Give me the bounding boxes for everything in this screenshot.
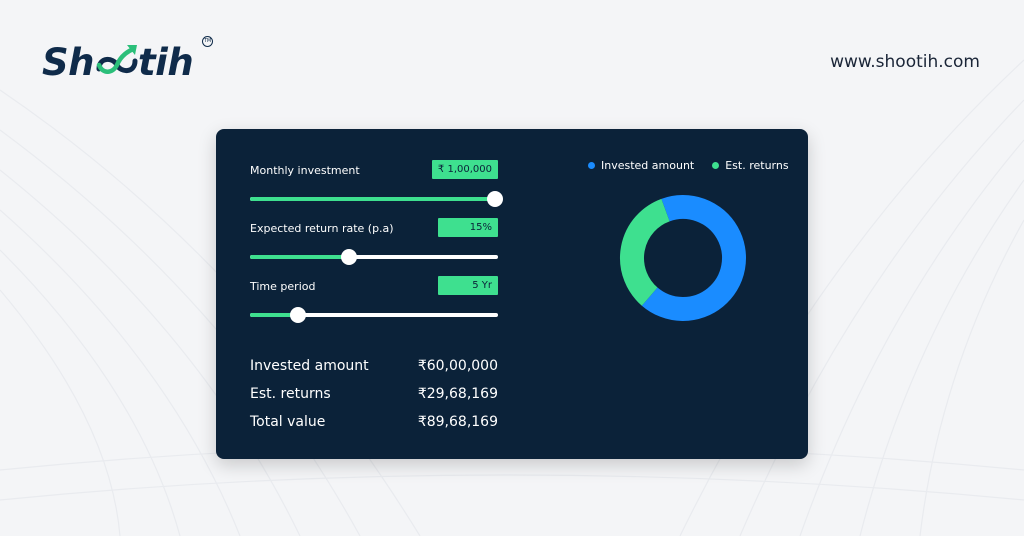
return-rate-label: Expected return rate (p.a) (250, 222, 394, 235)
slider-fill (250, 197, 495, 201)
legend-dot-returns (712, 162, 720, 169)
growth-arrow-icon (95, 45, 138, 77)
est-returns-value: ₹29,68,169 (417, 386, 498, 402)
time-period-slider[interactable] (250, 307, 498, 323)
return-rate-input[interactable]: 15% (438, 218, 498, 237)
trademark-icon: TM (202, 36, 213, 47)
monthly-investment-input[interactable]: ₹ 1,00,000 (431, 160, 498, 179)
time-period-label: Time period (250, 280, 316, 293)
monthly-investment-label: Monthly investment (250, 164, 360, 177)
legend-invested-label: Invested amount (601, 159, 695, 172)
slider-fill (250, 255, 349, 259)
donut-slice-est-returns (620, 198, 671, 306)
total-value-value: ₹89,68,169 (417, 414, 498, 430)
invested-amount-label: Invested amount (250, 358, 369, 374)
donut-chart (620, 195, 746, 321)
slider-thumb[interactable] (341, 249, 357, 265)
slider-thumb[interactable] (487, 191, 503, 207)
monthly-investment-slider[interactable] (250, 191, 503, 207)
total-value-label: Total value (250, 414, 326, 430)
return-rate-slider[interactable] (250, 249, 498, 265)
legend-returns: Est. returns (712, 159, 789, 172)
est-returns-label: Est. returns (250, 386, 331, 402)
shootih-logo: Sh tih TM (42, 36, 213, 88)
slider-thumb[interactable] (290, 307, 306, 323)
legend-returns-label: Est. returns (725, 159, 789, 172)
legend-invested: Invested amount (588, 159, 694, 172)
invested-amount-value: ₹60,00,000 (417, 358, 498, 374)
legend-dot-invested (588, 162, 595, 169)
sip-calculator-card: Monthly investment ₹ 1,00,000 Expected r… (216, 129, 808, 459)
chart-legend: Invested amount Est. returns (588, 159, 807, 172)
logo-text-suffix: tih (138, 40, 194, 84)
time-period-input[interactable]: 5 Yr (438, 276, 498, 295)
logo-text-prefix: Sh (42, 40, 95, 84)
logo-wordmark: Sh tih (42, 40, 194, 84)
website-link[interactable]: www.shootih.com (830, 52, 980, 72)
